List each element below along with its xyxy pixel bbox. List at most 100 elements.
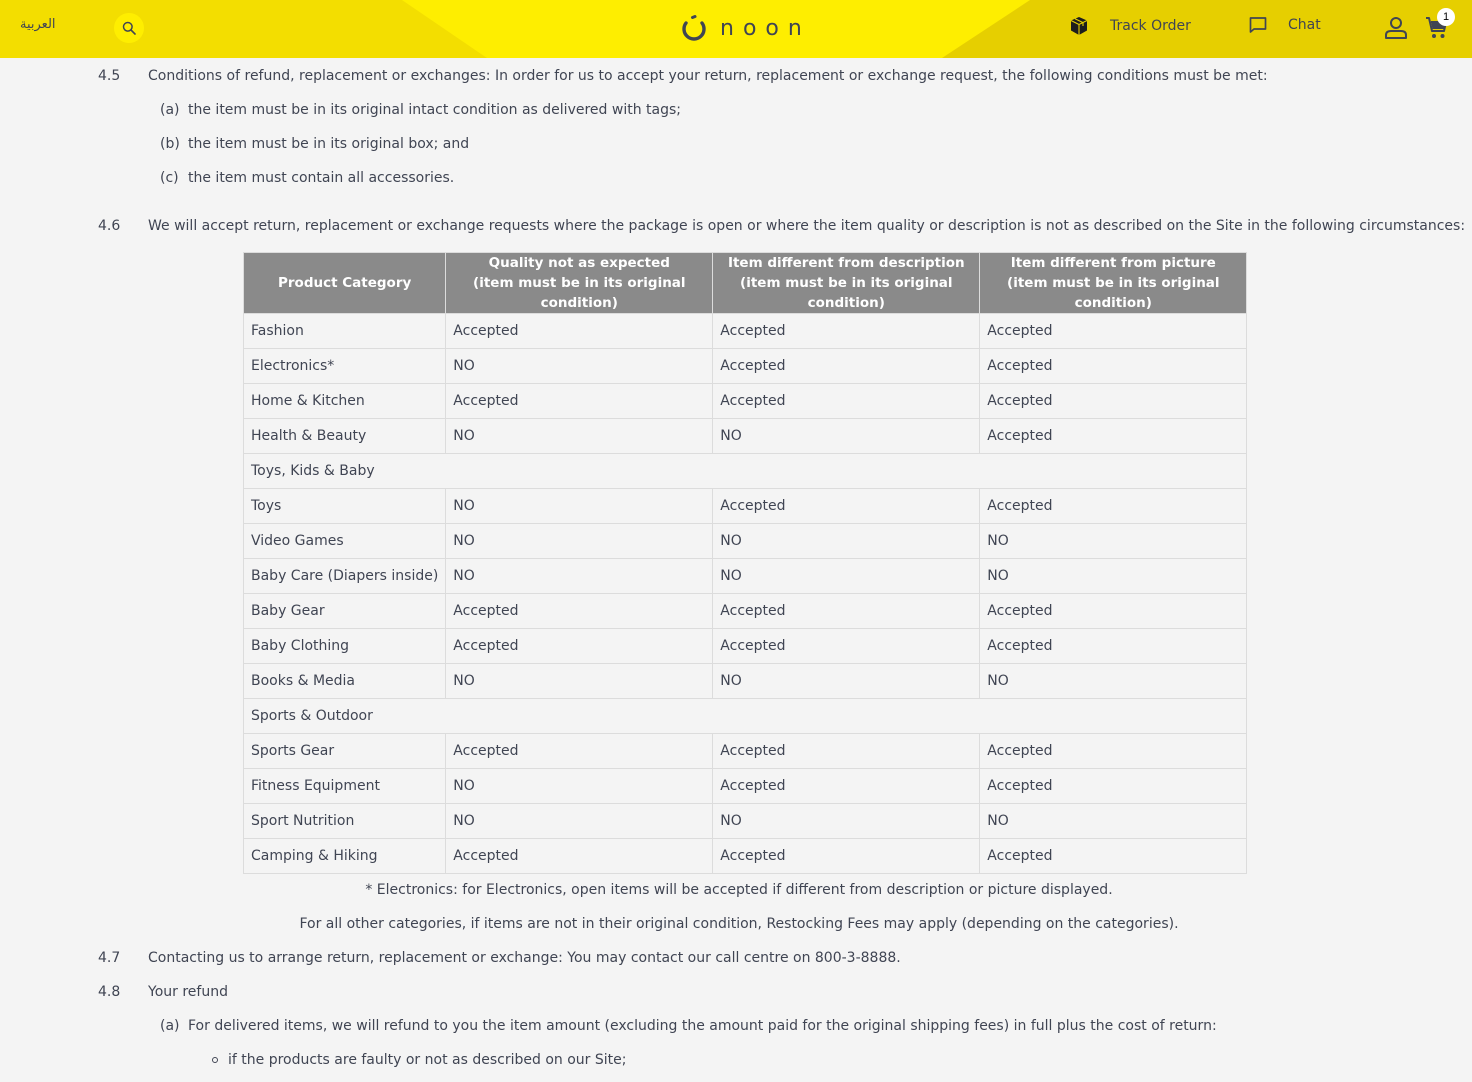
description-cell: Accepted bbox=[712, 348, 981, 384]
account-button[interactable] bbox=[1383, 15, 1409, 45]
category-cell: Camping & Hiking bbox=[242, 838, 447, 874]
table-row: Books & Media NO NO NO bbox=[242, 663, 1248, 699]
description-cell: Accepted bbox=[712, 488, 981, 524]
section-number: 4.8 bbox=[98, 984, 121, 1000]
picture-cell: Accepted bbox=[979, 348, 1248, 384]
chat-label: Chat bbox=[1288, 17, 1321, 33]
quality-cell: Accepted bbox=[445, 593, 714, 629]
section-number: 4.6 bbox=[98, 218, 121, 234]
table-group-row: Sports & Outdoor bbox=[242, 698, 1248, 734]
table-row: Baby Clothing Accepted Accepted Accepted bbox=[242, 628, 1248, 664]
header-subline: (item must be in its original condition) bbox=[740, 275, 953, 311]
category-cell: Baby Gear bbox=[242, 593, 447, 629]
group-category-cell: Toys, Kids & Baby bbox=[242, 453, 1248, 489]
site-header: العربية noon Track Order Chat 1 bbox=[0, 0, 1472, 58]
return-policy-table: Product Category Quality not as expected… bbox=[242, 252, 1248, 874]
quality-cell: NO bbox=[445, 523, 714, 559]
description-cell: NO bbox=[712, 558, 981, 594]
track-order-label: Track Order bbox=[1110, 18, 1191, 34]
list-item-label: (b) bbox=[160, 136, 180, 152]
quality-cell: NO bbox=[445, 348, 714, 384]
bullet-text: if the products are faulty or not as des… bbox=[228, 1052, 627, 1068]
picture-cell: Accepted bbox=[979, 628, 1248, 664]
category-cell: Books & Media bbox=[242, 663, 447, 699]
search-icon bbox=[122, 21, 136, 35]
quality-cell: NO bbox=[445, 803, 714, 839]
description-cell: NO bbox=[712, 663, 981, 699]
picture-cell: Accepted bbox=[979, 313, 1248, 349]
table-body: Fashion Accepted Accepted Accepted Electroni… bbox=[242, 313, 1248, 874]
table-group-row: Toys, Kids & Baby bbox=[242, 453, 1248, 489]
category-cell: Baby Care (Diapers inside) bbox=[242, 558, 447, 594]
quality-cell: NO bbox=[445, 418, 714, 454]
category-cell: Home & Kitchen bbox=[242, 383, 447, 419]
noon-logo[interactable]: noon bbox=[680, 12, 811, 44]
list-item-text: the item must be in its original intact … bbox=[188, 102, 681, 118]
quality-cell: Accepted bbox=[445, 733, 714, 769]
section-text: Your refund bbox=[148, 984, 228, 1000]
category-cell: Fashion bbox=[242, 313, 447, 349]
header-line: Quality not as expected bbox=[488, 255, 670, 271]
header-quality: Quality not as expected (item must be in… bbox=[445, 252, 714, 314]
quality-cell: NO bbox=[445, 663, 714, 699]
header-picture: Item different from picture (item must b… bbox=[979, 252, 1248, 314]
section-number: 4.7 bbox=[98, 950, 121, 966]
language-switch-link[interactable]: العربية bbox=[20, 17, 56, 32]
table-row: Toys NO Accepted Accepted bbox=[242, 488, 1248, 524]
table-row: Baby Care (Diapers inside) NO NO NO bbox=[242, 558, 1248, 594]
list-item-label: (a) bbox=[160, 1018, 180, 1034]
quality-cell: Accepted bbox=[445, 628, 714, 664]
header-line: Item different from description bbox=[727, 255, 965, 271]
table-row: Baby Gear Accepted Accepted Accepted bbox=[242, 593, 1248, 629]
picture-cell: NO bbox=[979, 558, 1248, 594]
header-product-category: Product Category bbox=[242, 252, 447, 314]
table-row: Fashion Accepted Accepted Accepted bbox=[242, 313, 1248, 349]
table-row: Health & Beauty NO NO Accepted bbox=[242, 418, 1248, 454]
user-icon bbox=[1385, 17, 1407, 39]
table-row: Fitness Equipment NO Accepted Accepted bbox=[242, 768, 1248, 804]
bullet-marker bbox=[212, 1057, 218, 1063]
picture-cell: Accepted bbox=[979, 838, 1248, 874]
table-header-row: Product Category Quality not as expected… bbox=[242, 252, 1248, 314]
quality-cell: Accepted bbox=[445, 313, 714, 349]
description-cell: Accepted bbox=[712, 733, 981, 769]
list-item-text: For delivered items, we will refund to y… bbox=[188, 1018, 1217, 1034]
table-row: Sports Gear Accepted Accepted Accepted bbox=[242, 733, 1248, 769]
search-button[interactable] bbox=[114, 13, 144, 43]
description-cell: NO bbox=[712, 523, 981, 559]
table-row: Home & Kitchen Accepted Accepted Accepted bbox=[242, 383, 1248, 419]
category-cell: Electronics* bbox=[242, 348, 447, 384]
table-row: Electronics* NO Accepted Accepted bbox=[242, 348, 1248, 384]
category-cell: Sport Nutrition bbox=[242, 803, 447, 839]
group-category-cell: Sports & Outdoor bbox=[242, 698, 1248, 734]
section-text: Contacting us to arrange return, replace… bbox=[148, 950, 901, 966]
header-subline: (item must be in its original condition) bbox=[473, 275, 686, 311]
quality-cell: Accepted bbox=[445, 383, 714, 419]
list-item-text: the item must be in its original box; an… bbox=[188, 136, 470, 152]
header-line: Item different from picture bbox=[1010, 255, 1216, 271]
description-cell: NO bbox=[712, 418, 981, 454]
picture-cell: NO bbox=[979, 663, 1248, 699]
description-cell: Accepted bbox=[712, 768, 981, 804]
description-cell: Accepted bbox=[712, 838, 981, 874]
section-number: 4.5 bbox=[98, 68, 121, 84]
category-cell: Fitness Equipment bbox=[242, 768, 447, 804]
section-text: Conditions of refund, replacement or exc… bbox=[148, 68, 1268, 84]
picture-cell: Accepted bbox=[979, 593, 1248, 629]
track-order-link[interactable]: Track Order bbox=[1068, 15, 1191, 37]
description-cell: Accepted bbox=[712, 628, 981, 664]
table-row: Camping & Hiking Accepted Accepted Accepted bbox=[242, 838, 1248, 874]
description-cell: NO bbox=[712, 803, 981, 839]
quality-cell: NO bbox=[445, 558, 714, 594]
header-left-band bbox=[0, 0, 487, 58]
header-subline: (item must be in its original condition) bbox=[1007, 275, 1220, 311]
category-cell: Baby Clothing bbox=[242, 628, 447, 664]
chat-link[interactable]: Chat bbox=[1248, 15, 1321, 35]
quality-cell: NO bbox=[445, 488, 714, 524]
description-cell: Accepted bbox=[712, 383, 981, 419]
table-row: Video Games NO NO NO bbox=[242, 523, 1248, 559]
chat-bubble-icon bbox=[1249, 17, 1267, 33]
category-cell: Sports Gear bbox=[242, 733, 447, 769]
quality-cell: Accepted bbox=[445, 838, 714, 874]
picture-cell: NO bbox=[979, 523, 1248, 559]
